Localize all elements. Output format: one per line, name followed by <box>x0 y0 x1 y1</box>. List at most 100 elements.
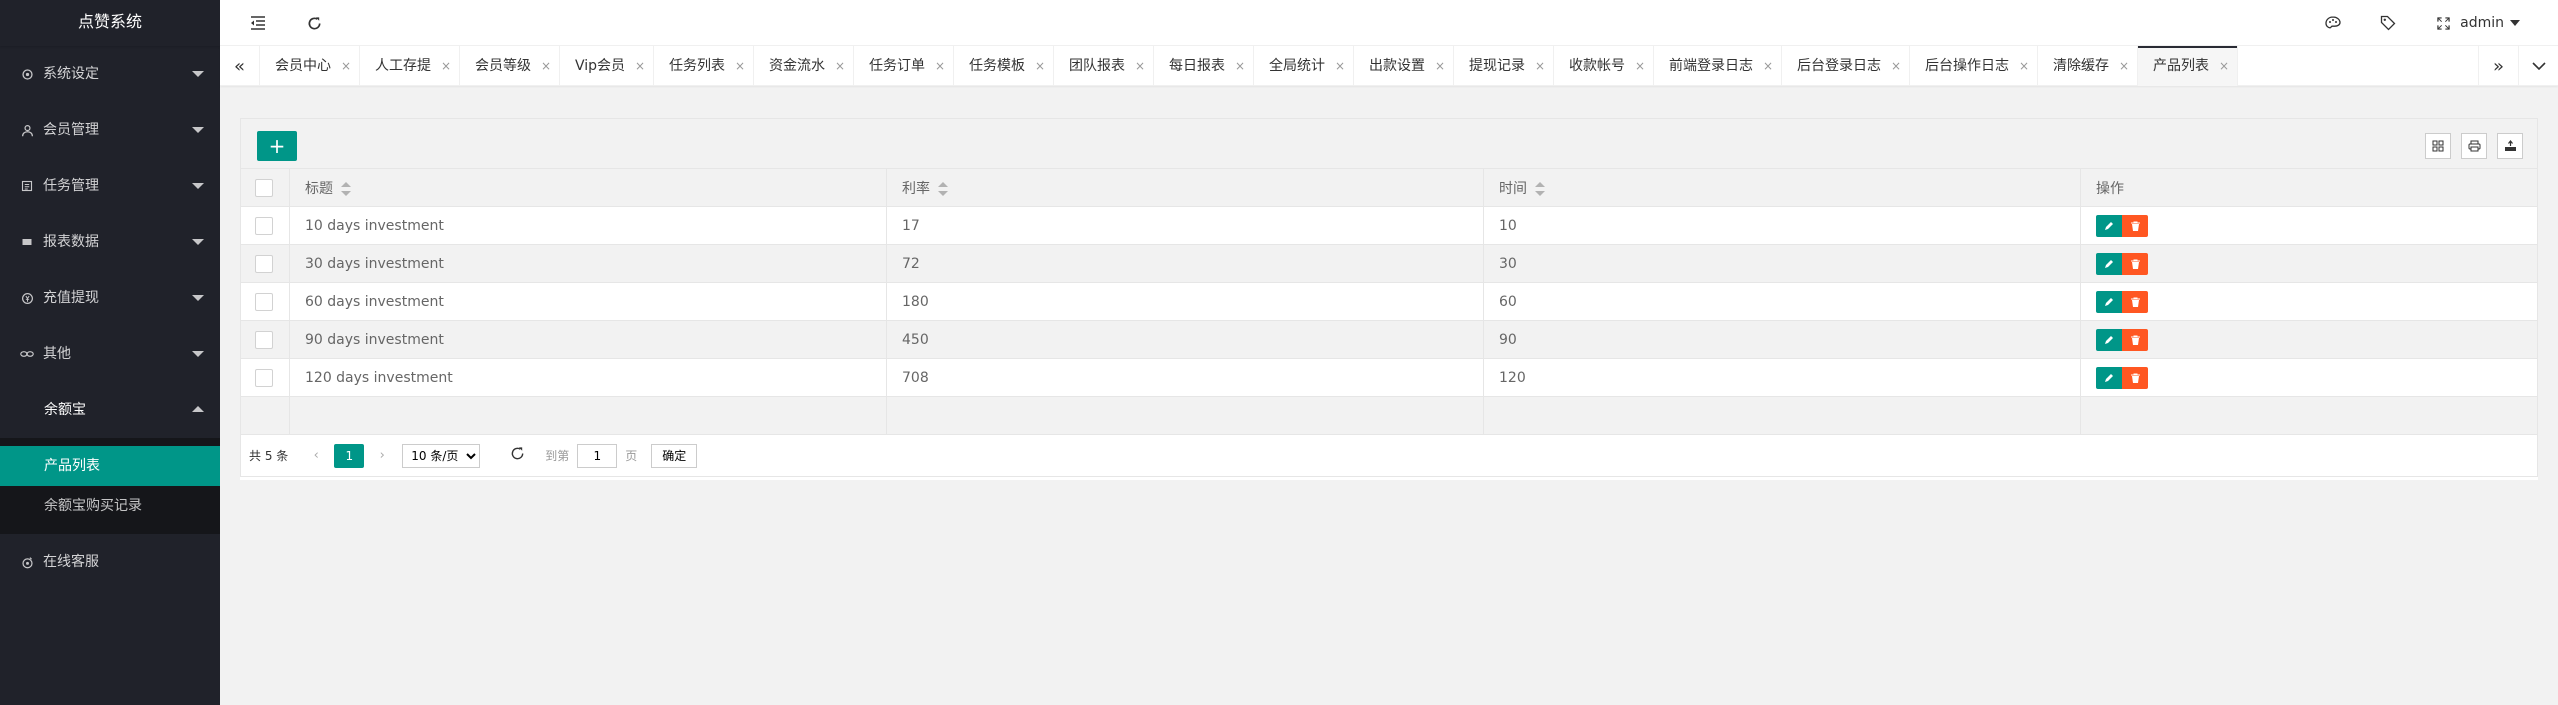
theme-button[interactable] <box>2318 0 2348 46</box>
tabs-options-button[interactable] <box>2518 46 2558 86</box>
sidebar-item-reports[interactable]: 报表数据 <box>0 214 220 270</box>
delete-button[interactable] <box>2122 290 2148 313</box>
next-page-button[interactable]: › <box>372 448 392 463</box>
close-icon[interactable]: × <box>635 46 645 86</box>
tab-label: 资金流水 <box>769 58 826 74</box>
close-icon[interactable]: × <box>541 46 551 86</box>
close-icon[interactable]: × <box>1435 46 1445 86</box>
sidebar-submenu-yuebao: 产品列表 余额宝购买记录 <box>0 438 220 534</box>
close-icon[interactable]: × <box>735 46 745 86</box>
tab-item[interactable]: 提现记录 × <box>1454 46 1555 86</box>
tab-item[interactable]: 会员中心 × <box>260 46 360 86</box>
delete-button[interactable] <box>2122 252 2148 275</box>
column-header-rate[interactable]: 利率 <box>886 168 1484 207</box>
tab-item[interactable]: 收款帐号 × <box>1554 46 1655 86</box>
sort-icon[interactable] <box>341 181 351 196</box>
close-icon[interactable]: × <box>1135 46 1145 86</box>
row-checkbox[interactable] <box>255 254 273 273</box>
tab-item[interactable]: 人工存提 × <box>360 46 460 86</box>
cell-time: 120 <box>1483 358 2081 397</box>
prev-page-button[interactable]: ‹ <box>306 448 326 463</box>
sidebar-item-online-support[interactable]: 在线客服 <box>0 534 220 590</box>
close-icon[interactable]: × <box>2219 46 2229 86</box>
pagination-refresh-button[interactable] <box>510 446 525 465</box>
tab-label: 每日报表 <box>1169 58 1226 74</box>
collapse-menu-button[interactable] <box>240 0 276 46</box>
sidebar-subitem-yuebao-records[interactable]: 余额宝购买记录 <box>0 486 220 526</box>
page-number-current[interactable]: 1 <box>334 443 365 468</box>
cell-actions <box>2080 320 2538 359</box>
sidebar-item-other[interactable]: 其他 <box>0 326 220 382</box>
sidebar-subitem-product-list[interactable]: 产品列表 <box>0 446 220 486</box>
sidebar-item-members[interactable]: 会员管理 <box>0 102 220 158</box>
tab-item[interactable]: Vip会员 × <box>560 46 655 86</box>
refresh-button[interactable] <box>296 0 332 46</box>
delete-button[interactable] <box>2122 214 2148 237</box>
sidebar-item-system-settings[interactable]: 系统设定 <box>0 46 220 102</box>
sort-icon[interactable] <box>938 181 948 196</box>
tab-label: 会员等级 <box>475 58 531 74</box>
close-icon[interactable]: × <box>1635 46 1645 86</box>
close-icon[interactable]: × <box>835 46 845 86</box>
notes-button[interactable] <box>2373 0 2403 46</box>
tab-item[interactable]: 任务订单 × <box>854 46 955 86</box>
goto-page-input[interactable] <box>577 443 618 468</box>
delete-button[interactable] <box>2122 328 2148 351</box>
support-icon <box>20 555 34 569</box>
close-icon[interactable]: × <box>1763 46 1773 86</box>
select-all-checkbox[interactable] <box>255 178 273 197</box>
tab-item[interactable]: 前端登录日志 × <box>1654 46 1783 86</box>
close-icon[interactable]: × <box>2119 46 2129 86</box>
row-checkbox[interactable] <box>255 292 273 311</box>
edit-button[interactable] <box>2096 290 2122 313</box>
edit-button[interactable] <box>2096 252 2122 275</box>
column-header-time[interactable]: 时间 <box>1483 168 2081 207</box>
sort-icon[interactable] <box>1535 181 1545 196</box>
tab-item[interactable]: 出款设置 × <box>1354 46 1455 86</box>
tab-item[interactable]: 全局统计 × <box>1254 46 1355 86</box>
print-icon <box>2468 140 2480 152</box>
tab-item[interactable]: 任务列表 × <box>654 46 755 86</box>
tab-item[interactable]: 团队报表 × <box>1054 46 1155 86</box>
row-checkbox[interactable] <box>255 368 273 387</box>
delete-button[interactable] <box>2122 366 2148 389</box>
tab-item[interactable]: 每日报表 × <box>1154 46 1255 86</box>
fullscreen-button[interactable] <box>2428 0 2458 46</box>
tabs-scroll-left-button[interactable]: « <box>220 46 260 86</box>
print-button[interactable] <box>2461 133 2487 159</box>
close-icon[interactable]: × <box>1891 46 1901 86</box>
user-menu[interactable]: admin <box>2460 0 2520 46</box>
add-product-button[interactable]: + <box>257 131 297 161</box>
goto-confirm-button[interactable]: 确定 <box>651 443 698 468</box>
close-icon[interactable]: × <box>1035 46 1045 86</box>
sidebar-item-recharge-withdraw[interactable]: 充值提现 <box>0 270 220 326</box>
tab-item[interactable]: 任务模板 × <box>954 46 1055 86</box>
close-icon[interactable]: × <box>341 46 351 86</box>
columns-filter-button[interactable] <box>2425 133 2451 159</box>
tabs-scroll-right-button[interactable]: » <box>2478 46 2518 86</box>
tab-item[interactable]: 后台登录日志 × <box>1782 46 1911 86</box>
tab-item[interactable]: 会员等级 × <box>460 46 560 86</box>
tab-label: Vip会员 <box>575 58 626 74</box>
tab-item[interactable]: 产品列表 × <box>2138 46 2239 86</box>
page-size-select[interactable]: 10 条/页 <box>402 443 481 468</box>
tab-label: 提现记录 <box>1469 58 1526 74</box>
row-checkbox[interactable] <box>255 216 273 235</box>
edit-button[interactable] <box>2096 214 2122 237</box>
close-icon[interactable]: × <box>935 46 945 86</box>
close-icon[interactable]: × <box>2019 46 2029 86</box>
column-header-title[interactable]: 标题 <box>289 168 887 207</box>
tab-item[interactable]: 资金流水 × <box>754 46 855 86</box>
close-icon[interactable]: × <box>1235 46 1245 86</box>
sidebar-item-yuebao[interactable]: 余额宝 <box>0 382 220 438</box>
tab-item[interactable]: 后台操作日志 × <box>1910 46 2039 86</box>
edit-button[interactable] <box>2096 366 2122 389</box>
export-button[interactable] <box>2497 133 2523 159</box>
tab-item[interactable]: 清除缓存 × <box>2038 46 2139 86</box>
close-icon[interactable]: × <box>1535 46 1545 86</box>
edit-button[interactable] <box>2096 328 2122 351</box>
close-icon[interactable]: × <box>1335 46 1345 86</box>
row-checkbox[interactable] <box>255 330 273 349</box>
close-icon[interactable]: × <box>441 46 451 86</box>
sidebar-item-tasks[interactable]: 任务管理 <box>0 158 220 214</box>
